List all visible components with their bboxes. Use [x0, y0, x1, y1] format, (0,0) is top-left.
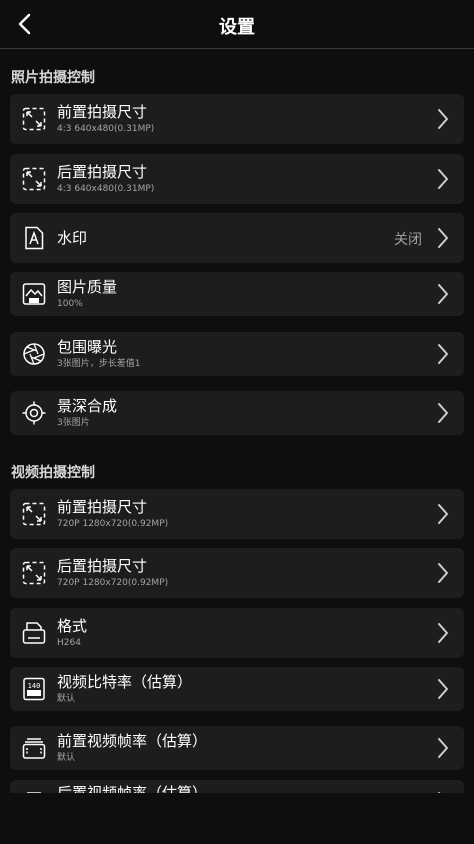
item-label: 图片质量	[57, 278, 118, 296]
section-title-video: 视频拍摄控制	[11, 465, 95, 481]
chevron-right-icon	[438, 109, 448, 129]
watermark-value: 关闭	[394, 232, 422, 248]
item-subtitle: 720P 1280x720(0.92MP)	[57, 578, 169, 588]
item-label: 后置视频帧率（估算）	[57, 784, 208, 793]
hd-image-icon	[22, 283, 46, 305]
item-subtitle: 720P 1280x720(0.92MP)	[57, 519, 169, 529]
crosshair-target-icon	[22, 401, 46, 425]
item-subtitle: 3张图片	[57, 418, 90, 428]
item-subtitle: 4:3 640x480(0.31MP)	[57, 124, 155, 134]
chevron-right-icon	[438, 344, 448, 364]
watermark-document-icon	[25, 226, 44, 250]
item-label: 水印	[57, 229, 88, 247]
printer-icon	[22, 622, 46, 644]
expand-arrows-icon	[22, 107, 46, 131]
chevron-right-icon	[438, 738, 448, 758]
app-header: 设置	[0, 0, 474, 49]
item-subtitle: 默认	[57, 694, 76, 704]
chevron-right-icon	[438, 169, 448, 189]
chevron-right-icon	[438, 563, 448, 583]
video-back-size-item[interactable]: 后置拍摄尺寸 720P 1280x720(0.92MP)	[10, 548, 464, 598]
chevron-right-icon	[438, 679, 448, 699]
section-title-photo: 照片拍摄控制	[11, 70, 95, 86]
item-subtitle: H264	[57, 638, 81, 648]
item-subtitle: 4:3 640x480(0.31MP)	[57, 184, 155, 194]
video-front-framerate-item[interactable]: 前置视频帧率（估算） 默认	[10, 726, 464, 770]
bottom-bar	[0, 793, 474, 844]
photo-watermark-item[interactable]: 水印 关闭	[10, 213, 464, 263]
photo-focus-stacking-item[interactable]: 景深合成 3张图片	[10, 391, 464, 435]
bpm-counter-icon: 140	[23, 677, 45, 701]
chevron-right-icon	[438, 284, 448, 304]
expand-arrows-icon	[22, 502, 46, 526]
photo-front-size-item[interactable]: 前置拍摄尺寸 4:3 640x480(0.31MP)	[10, 94, 464, 144]
film-stack-icon	[22, 738, 46, 759]
expand-arrows-icon	[22, 167, 46, 191]
item-subtitle: 3张图片，步长差值1	[57, 359, 141, 369]
video-front-size-item[interactable]: 前置拍摄尺寸 720P 1280x720(0.92MP)	[10, 489, 464, 539]
item-label: 后置拍摄尺寸	[57, 163, 148, 181]
item-label: 格式	[57, 617, 88, 635]
item-label: 景深合成	[57, 397, 118, 415]
settings-list[interactable]: 照片拍摄控制 前置拍摄尺寸 4:3 640x480(0.31MP) 后置拍摄尺寸…	[0, 50, 474, 793]
photo-bracketing-item[interactable]: 包围曝光 3张图片，步长差值1	[10, 332, 464, 376]
photo-back-size-item[interactable]: 后置拍摄尺寸 4:3 640x480(0.31MP)	[10, 154, 464, 204]
photo-quality-item[interactable]: 图片质量 100%	[10, 272, 464, 316]
chevron-right-icon	[438, 623, 448, 643]
chevron-right-icon	[438, 504, 448, 524]
chevron-right-icon	[438, 228, 448, 248]
video-back-framerate-item[interactable]: 后置视频帧率（估算）	[10, 780, 464, 793]
item-label: 前置拍摄尺寸	[57, 103, 148, 121]
item-label: 后置拍摄尺寸	[57, 557, 148, 575]
video-bitrate-item[interactable]: 140 视频比特率（估算） 默认	[10, 667, 464, 711]
page-title: 设置	[219, 17, 255, 38]
item-label: 视频比特率（估算）	[57, 673, 193, 691]
item-subtitle: 默认	[57, 753, 76, 763]
item-label: 前置视频帧率（估算）	[57, 732, 208, 750]
expand-arrows-icon	[22, 561, 46, 585]
aperture-icon	[23, 343, 45, 365]
item-label: 包围曝光	[57, 338, 118, 356]
video-format-item[interactable]: 格式 H264	[10, 608, 464, 658]
bitrate-badge-text: 140	[28, 682, 41, 690]
item-subtitle: 100%	[57, 299, 83, 309]
chevron-right-icon	[438, 403, 448, 423]
item-label: 前置拍摄尺寸	[57, 498, 148, 516]
